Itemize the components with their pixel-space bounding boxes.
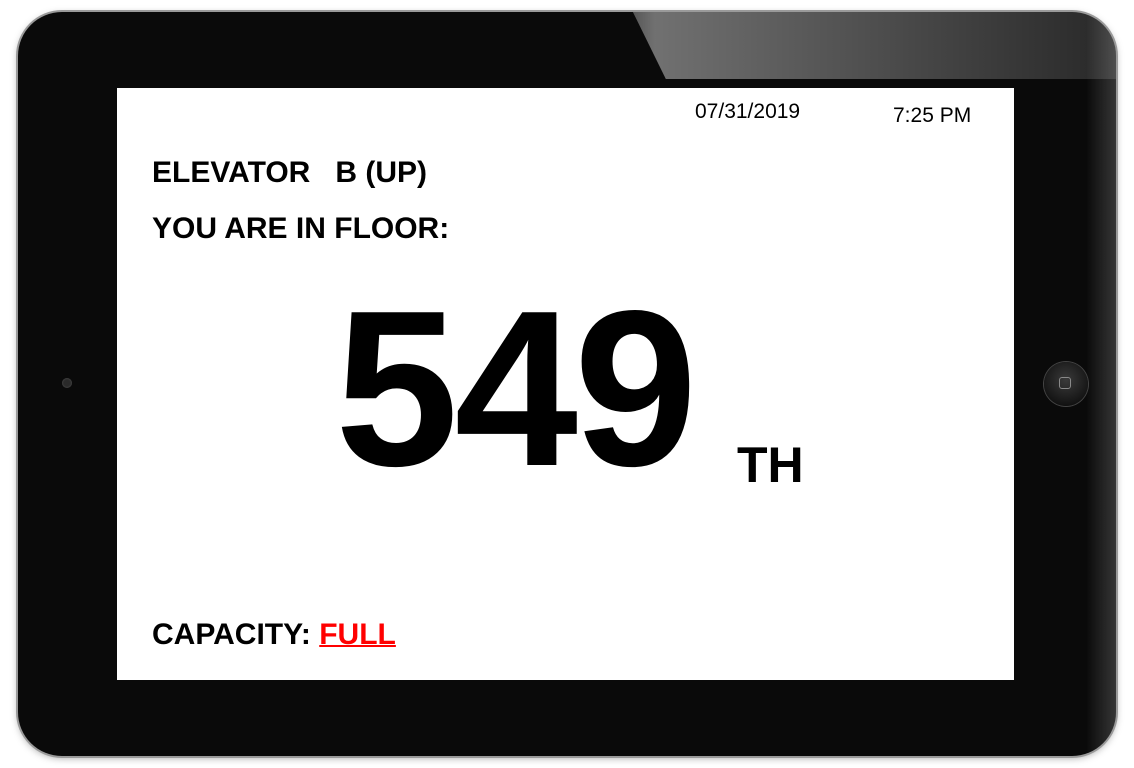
home-button-icon[interactable]: [1044, 362, 1088, 406]
capacity-status: CAPACITY: FULL: [152, 618, 396, 652]
time-display: 7:25 PM: [893, 104, 972, 127]
date-display: 07/31/2019: [695, 100, 801, 123]
home-square-icon: [1059, 377, 1071, 389]
current-floor-label: YOU ARE IN FLOOR:: [152, 212, 450, 245]
frame-edge-glare: [1086, 12, 1116, 756]
current-floor-number: 549: [335, 265, 697, 513]
elevator-display-screen: 07/31/2019 7:25 PM ELEVATOR B (UP) YOU A…: [117, 88, 1014, 680]
camera-icon: [62, 378, 72, 388]
capacity-label: CAPACITY:: [152, 618, 311, 651]
elevator-label: ELEVATOR: [152, 156, 311, 189]
tablet-frame: 07/31/2019 7:25 PM ELEVATOR B (UP) YOU A…: [18, 12, 1116, 756]
floor-ordinal-suffix: TH: [737, 437, 804, 493]
elevator-line: ELEVATOR B (UP): [152, 156, 427, 190]
capacity-value: FULL: [319, 618, 396, 651]
elevator-car: B (UP): [335, 156, 428, 189]
